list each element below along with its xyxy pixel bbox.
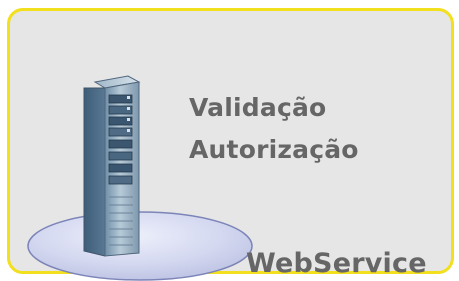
platform-ellipse-icon [27, 211, 253, 281]
server-tower-icon [83, 75, 141, 257]
webservice-label: WebService [246, 248, 427, 279]
validacao-label: Validação [189, 93, 327, 122]
autorizacao-label: Autorização [189, 135, 359, 164]
